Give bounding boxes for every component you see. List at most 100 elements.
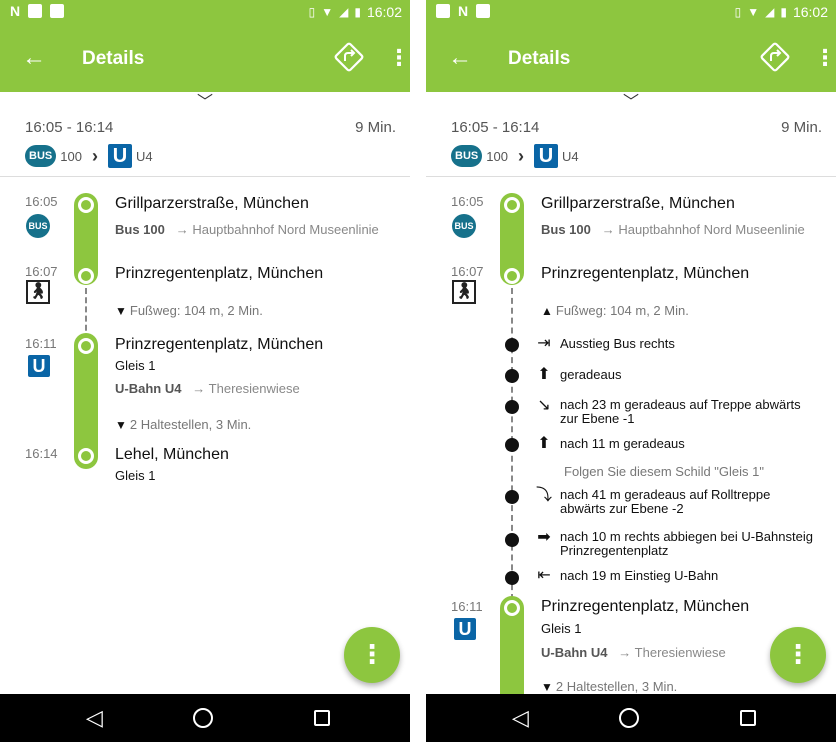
- instruction-line: nach 41 m geradeaus auf Rolltreppe: [560, 487, 771, 502]
- wifi-icon: ▼: [321, 5, 334, 19]
- notification-download-icon: [476, 4, 491, 18]
- stop-name[interactable]: Prinzregentenplatz, München: [541, 265, 749, 283]
- ubahn-icon: U: [454, 618, 476, 640]
- stop-name[interactable]: Prinzregentenplatz, München: [115, 265, 323, 283]
- arrow-back-icon[interactable]: ←: [22, 44, 46, 72]
- nav-recents-icon[interactable]: [740, 710, 756, 726]
- instruction-dot: [505, 571, 519, 585]
- page-title: Details: [508, 48, 571, 69]
- instruction-text: nach 11 m geradeaus: [560, 436, 685, 451]
- walk-toggle-label: Fußweg: 104 m, 2 Min.: [129, 303, 263, 318]
- system-nav-bar: ◁: [0, 694, 410, 742]
- stop-time: 16:05: [451, 194, 484, 209]
- line-info: U-Bahn U4 → Theresienwiese: [541, 645, 726, 660]
- collapse-chevron-icon[interactable]: ﹀: [426, 88, 836, 112]
- escalator-icon: ⤵: [535, 487, 552, 504]
- directions-icon[interactable]: [758, 40, 792, 74]
- trip-time-range: 16:05 - 16:14: [451, 119, 540, 136]
- instruction-item: ⬆ geradeaus: [534, 365, 621, 385]
- more-vert-icon[interactable]: ⋮: [814, 44, 836, 72]
- stop-time: 16:14: [25, 446, 58, 461]
- instruction-line: zur Ebene -1: [560, 411, 635, 426]
- status-time: 16:02: [792, 4, 828, 20]
- nav-recents-icon[interactable]: [314, 710, 330, 726]
- screen-gap: [410, 0, 426, 742]
- signal-icon: ◢: [339, 5, 349, 19]
- sign-hint: Folgen Sie diesem Schild "Gleis 1": [564, 464, 764, 479]
- exit-icon: ⇥: [537, 335, 551, 352]
- stairs-down-icon: ↘: [537, 397, 551, 414]
- platform: Gleis 1: [115, 358, 156, 373]
- line-direction: → Theresienwiese: [192, 381, 300, 396]
- page-title: Details: [82, 48, 145, 69]
- enter-icon: ⇤: [537, 567, 551, 584]
- nav-back-icon[interactable]: ◁: [86, 704, 103, 732]
- stop-time: 16:11: [451, 599, 483, 614]
- trip-lines: BUS 100 › U U4: [25, 144, 153, 168]
- walk-icon: 🚶︎: [452, 280, 476, 304]
- more-vert-icon[interactable]: ⋮: [388, 44, 410, 72]
- stop-name[interactable]: Grillparzerstraße, München: [541, 195, 735, 213]
- instruction-dot: [505, 438, 519, 452]
- trip-time-range: 16:05 - 16:14: [25, 119, 114, 136]
- wifi-icon: ▼: [747, 5, 760, 19]
- bus-icon: BUS: [452, 214, 476, 238]
- system-nav-bar: ◁: [426, 694, 836, 742]
- screen-left: N ▯ ▼ ◢ ▮ 16:02 ← Details ⋮ ﹀ 16:05 - 16…: [0, 0, 410, 742]
- stop-name[interactable]: Grillparzerstraße, München: [115, 195, 309, 213]
- instruction-line: nach 23 m geradeaus auf Treppe abwärts: [560, 397, 801, 412]
- notification-image-icon: [28, 4, 43, 18]
- nav-back-icon[interactable]: ◁: [512, 704, 529, 732]
- app-bar: ← Details ⋮: [0, 24, 410, 92]
- bus-line-label: 100: [60, 148, 82, 164]
- directions-icon[interactable]: [332, 40, 366, 74]
- stop-time: 16:05: [25, 194, 58, 209]
- instruction-item: ⇤ nach 19 m Einstieg U-Bahn: [534, 566, 718, 586]
- collapse-chevron-icon[interactable]: ﹀: [0, 88, 410, 112]
- ubahn-icon: U: [533, 144, 558, 168]
- stop-name[interactable]: Prinzregentenplatz, München: [115, 336, 323, 354]
- line-info: Bus 100 → Hauptbahnhof Nord Museenlinie: [115, 222, 379, 237]
- trip-lines: BUS 100 › U U4: [451, 144, 579, 168]
- instruction-dot: [505, 369, 519, 383]
- stop-name[interactable]: Prinzregentenplatz, München: [541, 598, 749, 616]
- instruction-text: nach 23 m geradeaus auf Treppe abwärts zu…: [560, 396, 801, 426]
- line-info: U-Bahn U4 → Theresienwiese: [115, 381, 300, 396]
- walk-toggle[interactable]: ▲ Fußweg: 104 m, 2 Min.: [541, 303, 689, 318]
- ubahn-line-label: U4: [561, 148, 579, 164]
- fab-more-button[interactable]: ⋮: [770, 627, 826, 683]
- trip-duration: 9 Min.: [781, 119, 822, 136]
- instruction-dot: [505, 338, 519, 352]
- bus-icon: BUS: [26, 214, 50, 238]
- stop-time: 16:11: [25, 336, 57, 351]
- chevron-down-icon: ▼: [115, 304, 127, 318]
- status-time: 16:02: [366, 4, 402, 20]
- line-label: Bus 100: [115, 222, 165, 237]
- walk-toggle[interactable]: ▼ Fußweg: 104 m, 2 Min.: [115, 303, 263, 318]
- divider: [0, 176, 410, 177]
- fab-more-button[interactable]: ⋮: [344, 627, 400, 683]
- trip-duration: 9 Min.: [355, 119, 396, 136]
- arrow-back-icon[interactable]: ←: [448, 44, 472, 72]
- stop-ring: [78, 448, 94, 464]
- ubahn-line-label: U4: [135, 148, 153, 164]
- chevron-up-icon: ▲: [541, 304, 553, 318]
- line-label: U-Bahn U4: [541, 645, 608, 660]
- line-label: U-Bahn U4: [115, 381, 182, 396]
- nav-home-icon[interactable]: [193, 708, 213, 728]
- stops-toggle[interactable]: ▼ 2 Haltestellen, 3 Min.: [541, 679, 677, 694]
- line-direction: → Hauptbahnhof Nord Museenlinie: [601, 222, 805, 237]
- status-bar: N ▯ ▼ ◢ ▮ 16:02: [0, 0, 410, 24]
- stop-ring: [78, 197, 94, 213]
- stops-toggle-label: 2 Haltestellen, 3 Min.: [555, 679, 678, 694]
- instruction-item: ⇥ Ausstieg Bus rechts: [534, 334, 675, 354]
- arrow-up-icon: ⬆: [537, 366, 551, 383]
- stop-time: 16:07: [451, 264, 484, 279]
- stops-toggle[interactable]: ▼ 2 Haltestellen, 3 Min.: [115, 417, 251, 432]
- instruction-item: ↘ nach 23 m geradeaus auf Treppe abwärts…: [534, 396, 801, 426]
- stop-name[interactable]: Lehel, München: [115, 446, 229, 464]
- instruction-text: nach 19 m Einstieg U-Bahn: [560, 568, 719, 583]
- bus-icon: BUS: [451, 145, 483, 167]
- nav-home-icon[interactable]: [619, 708, 639, 728]
- chevron-right-icon: ›: [91, 145, 98, 166]
